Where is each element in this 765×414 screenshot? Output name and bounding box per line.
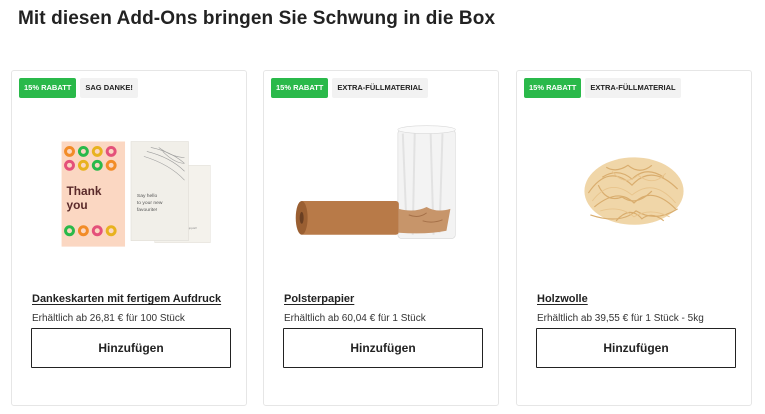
discount-badge: 15% RABATT: [19, 78, 77, 98]
category-badge: SAG DANKE!: [80, 78, 138, 98]
product-card-wood-wool: 15% RABATT EXTRA-FÜLLMATERIAL Holzwolle …: [516, 70, 752, 406]
category-badge: EXTRA-FÜLLMATERIAL: [332, 78, 428, 98]
availability-text: Erhältlich ab 60,04 € für 1 Stück: [284, 313, 426, 324]
svg-text:to your new: to your new: [137, 200, 163, 206]
availability-text: Erhältlich ab 39,55 € für 1 Stück - 5kg: [537, 313, 704, 324]
front-card-text-1: Thank: [67, 184, 102, 198]
thank-you-cards-image[interactable]: Thank you for your support! Say hello to…: [12, 111, 246, 291]
wood-wool-image[interactable]: [517, 111, 751, 291]
badge-group: 15% RABATT EXTRA-FÜLLMATERIAL: [524, 78, 681, 98]
availability-text: Erhältlich ab 26,81 € für 100 Stück: [32, 313, 185, 324]
cushion-paper-image[interactable]: [264, 111, 498, 291]
front-card-text-2: you: [67, 198, 88, 212]
badge-group: 15% RABATT EXTRA-FÜLLMATERIAL: [271, 78, 428, 98]
product-card-cushion-paper: 15% RABATT EXTRA-FÜLLMATERIAL Polsterpap…: [263, 70, 499, 406]
discount-badge: 15% RABATT: [524, 78, 582, 98]
svg-text:favourite!: favourite!: [137, 207, 157, 213]
product-title-link[interactable]: Dankeskarten mit fertigem Aufdruck: [32, 293, 221, 305]
add-to-cart-button[interactable]: Hinzufügen: [536, 328, 736, 368]
category-badge: EXTRA-FÜLLMATERIAL: [585, 78, 681, 98]
product-title-link[interactable]: Holzwolle: [537, 293, 588, 305]
section-heading: Mit diesen Add-Ons bringen Sie Schwung i…: [18, 8, 496, 29]
svg-text:Say hello: Say hello: [137, 193, 158, 199]
badge-group: 15% RABATT SAG DANKE!: [19, 78, 138, 98]
add-to-cart-button[interactable]: Hinzufügen: [283, 328, 483, 368]
product-title-link[interactable]: Polsterpapier: [284, 293, 354, 305]
discount-badge: 15% RABATT: [271, 78, 329, 98]
add-to-cart-button[interactable]: Hinzufügen: [31, 328, 231, 368]
product-card-thank-you-cards: 15% RABATT SAG DANKE! Thank you for your…: [11, 70, 247, 406]
